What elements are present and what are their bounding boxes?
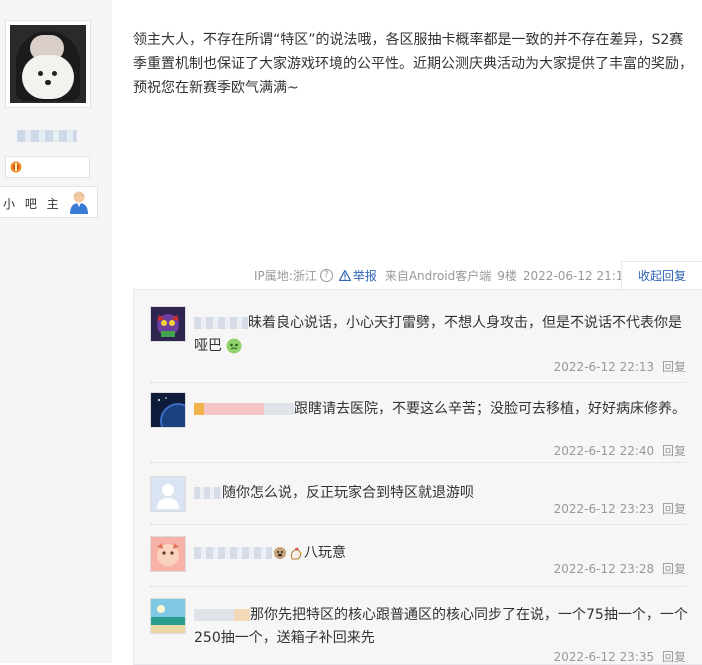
author-role-label: 小 吧 主 xyxy=(3,197,62,211)
reply-button[interactable]: 回复 xyxy=(662,502,686,516)
reply-username-blurred[interactable] xyxy=(194,487,222,499)
post-content: 领主大人，不存在所谓“特区”的说法哦，各区服抽卡概率都是一致的并不存在差异，S2… xyxy=(133,32,693,96)
reply-button[interactable]: 回复 xyxy=(662,562,686,576)
reply-text: 昧着良心说话，小心天打雷劈，不想人身攻击，但是不说话不代表你是哑巴 xyxy=(194,315,682,354)
post-timestamp: 2022-06-12 21:16 xyxy=(522,268,632,283)
reply-username-blurred[interactable] xyxy=(194,403,294,415)
post-client: 来自Android客户端 xyxy=(384,269,492,283)
reply-avatar[interactable] xyxy=(150,598,186,634)
reply-text: 八玩意 xyxy=(304,545,346,561)
warning-icon xyxy=(338,270,351,281)
reply-meta: 2022-6-12 22:40 回复 xyxy=(554,442,686,459)
reply-divider xyxy=(150,462,686,463)
reply-item: 随你怎么说，反正玩家合到特区就退游呗 2022-6-12 23:23 回复 xyxy=(150,476,686,526)
report-link[interactable]: 举报 xyxy=(338,267,377,284)
avatar-image xyxy=(151,599,185,633)
ip-location: IP属地:浙江 xyxy=(254,269,317,283)
reply-avatar[interactable] xyxy=(150,476,186,512)
report-label: 举报 xyxy=(352,269,377,283)
crying-emoji-icon xyxy=(226,338,242,354)
reply-item: 跟瞎请去医院，不要这么辛苦；没脸可去移植，好好病床修养。 2022-6-12 2… xyxy=(150,392,686,462)
reply-list: 昧着良心说话，小心天打雷劈，不想人身攻击，但是不说话不代表你是哑巴 2022-6… xyxy=(133,289,702,665)
help-icon[interactable]: ? xyxy=(319,269,333,282)
reply-username-blurred[interactable] xyxy=(194,547,272,559)
reply-button[interactable]: 回复 xyxy=(662,444,686,458)
reply-avatar[interactable] xyxy=(150,536,186,572)
reply-button[interactable]: 回复 xyxy=(662,360,686,374)
post-meta-bar: IP属地:浙江 ? 举报 来自Android客户端 9楼 2022-06-12 … xyxy=(254,267,637,284)
reply-time: 2022-6-12 23:23 xyxy=(553,502,655,516)
reply-time: 2022-6-12 23:28 xyxy=(553,562,655,576)
reply-time: 2022-6-12 22:40 xyxy=(553,444,655,458)
dog-emoji-icon xyxy=(274,547,286,559)
rooster-emoji-icon xyxy=(290,547,303,560)
reply-divider xyxy=(150,586,686,587)
post-floor: 9楼 xyxy=(497,269,517,283)
avatar-image xyxy=(151,537,185,571)
reply-item: 八玩意 2022-6-12 23:28 回复 xyxy=(150,536,686,586)
default-avatar-icon xyxy=(151,477,185,511)
reply-text: 随你怎么说，反正玩家合到特区就退游呗 xyxy=(222,485,474,501)
moderator-icon xyxy=(70,191,88,214)
author-role-box: 小 吧 主 xyxy=(0,186,98,218)
reply-content: 那你先把特区的核心跟普通区的核心同步了在说，一个75抽一个，一个250抽一个，送… xyxy=(194,604,688,650)
reply-text: 跟瞎请去医院，不要这么辛苦；没脸可去移植，好好病床修养。 xyxy=(294,401,686,417)
reply-item: 昧着良心说话，小心天打雷劈，不想人身攻击，但是不说话不代表你是哑巴 2022-6… xyxy=(150,306,686,376)
reply-divider xyxy=(150,382,686,383)
author-panel: 小 吧 主 xyxy=(0,0,112,663)
reply-item: 那你先把特区的核心跟普通区的核心同步了在说，一个75抽一个，一个250抽一个，送… xyxy=(150,598,688,665)
reply-avatar[interactable] xyxy=(150,392,186,428)
reply-text: 那你先把特区的核心跟普通区的核心同步了在说，一个75抽一个，一个250抽一个，送… xyxy=(194,607,688,646)
author-name-blurred[interactable] xyxy=(17,130,77,142)
collapse-replies-button[interactable]: 收起回复 xyxy=(621,261,702,290)
reply-avatar[interactable] xyxy=(150,306,186,342)
reply-meta: 2022-6-12 23:23 回复 xyxy=(554,500,686,517)
reply-meta: 2022-6-12 22:13 回复 xyxy=(554,358,686,375)
reply-meta: 2022-6-12 23:28 回复 xyxy=(554,560,686,577)
game-badge-icon xyxy=(10,161,22,173)
reply-username-blurred[interactable] xyxy=(194,317,248,329)
avatar-image xyxy=(151,393,185,427)
author-badge xyxy=(5,156,90,178)
reply-username-blurred[interactable] xyxy=(194,609,250,621)
reply-content: 昧着良心说话，小心天打雷劈，不想人身攻击，但是不说话不代表你是哑巴 xyxy=(194,312,688,358)
reply-time: 2022-6-12 22:13 xyxy=(553,360,655,374)
author-avatar[interactable] xyxy=(5,20,91,108)
reply-content: 跟瞎请去医院，不要这么辛苦；没脸可去移植，好好病床修养。 xyxy=(194,398,688,421)
author-avatar-image xyxy=(10,25,86,103)
reply-meta: 2022-6-12 23:35 回复 xyxy=(554,648,686,665)
reply-divider xyxy=(150,524,686,525)
avatar-image xyxy=(151,307,185,341)
reply-time: 2022-6-12 23:35 xyxy=(553,650,655,664)
reply-button[interactable]: 回复 xyxy=(662,650,686,664)
